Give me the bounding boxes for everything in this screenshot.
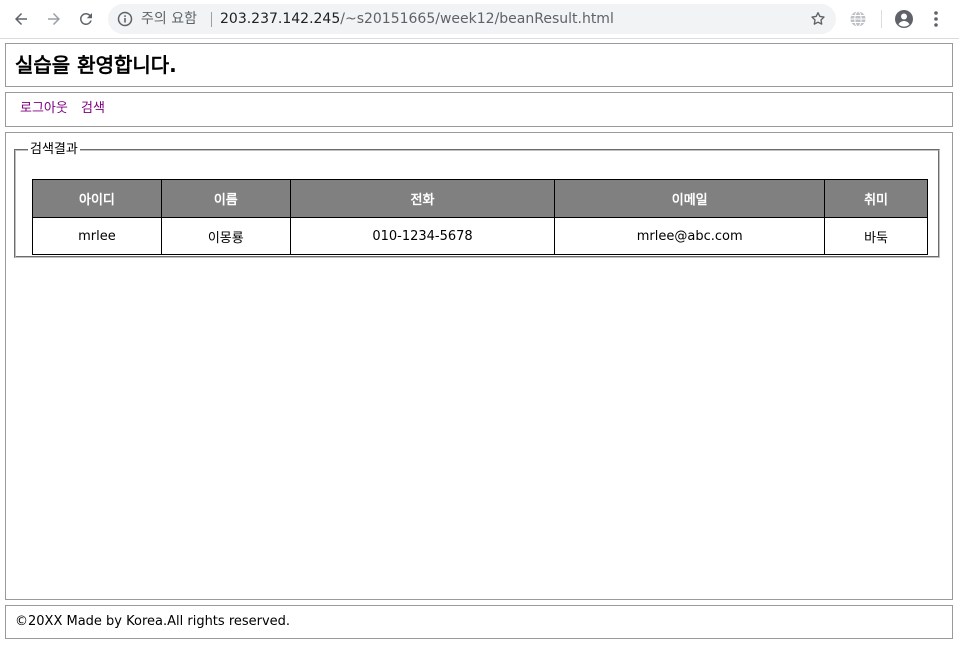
table-header-row: 아이디 이름 전화 이메일 취미 <box>32 179 928 218</box>
cell-name: 이몽룡 <box>160 217 291 255</box>
search-link[interactable]: 검색 <box>81 101 105 117</box>
page-footer: ©20XX Made by Korea.All rights reserved. <box>5 605 953 639</box>
column-header-id: 아이디 <box>32 179 162 218</box>
security-status-label[interactable]: 주의 요함 <box>141 10 197 28</box>
forward-button[interactable] <box>42 7 66 31</box>
search-result-legend: 검색결과 <box>30 142 78 157</box>
page-title: 실습을 환영합니다. <box>15 53 177 77</box>
omnibox-divider <box>211 12 212 27</box>
forward-arrow-icon <box>48 13 60 25</box>
url-text[interactable]: 203.237.142.245/~s20151665/week12/beanRe… <box>220 10 614 28</box>
search-result-fieldset: 검색결과 아이디 이름 전화 이메일 취미 mrlee 이몽룡 010-1234… <box>14 143 940 258</box>
reload-icon <box>79 12 92 25</box>
toolbar-divider <box>881 10 882 28</box>
cell-id: mrlee <box>32 217 162 255</box>
menu-kebab-icon[interactable] <box>925 8 947 30</box>
column-header-name: 이름 <box>160 179 291 218</box>
page-header: 실습을 환영합니다. <box>5 43 953 87</box>
nav-bar: 로그아웃 검색 <box>5 92 953 127</box>
cell-phone: 010-1234-5678 <box>289 217 556 255</box>
translate-globe-icon[interactable] <box>847 8 869 30</box>
cell-hobby: 바둑 <box>824 217 928 255</box>
account-avatar-icon[interactable] <box>893 8 915 30</box>
column-header-phone: 전화 <box>289 179 556 218</box>
copyright-text: ©20XX Made by Korea.All rights reserved. <box>15 614 291 629</box>
table-row: mrlee 이몽룡 010-1234-5678 mrlee@abc.com 바둑 <box>32 217 928 255</box>
url-path: /~s20151665/week12/beanResult.html <box>340 11 614 27</box>
result-table: 아이디 이름 전화 이메일 취미 mrlee 이몽룡 010-1234-5678… <box>32 179 928 255</box>
bookmark-star-icon[interactable] <box>808 9 828 29</box>
main-content: 검색결과 아이디 이름 전화 이메일 취미 mrlee 이몽룡 010-1234… <box>5 132 953 600</box>
cell-email: mrlee@abc.com <box>554 217 826 255</box>
info-icon[interactable] <box>116 10 134 28</box>
url-host: 203.237.142.245 <box>220 11 341 27</box>
address-bar[interactable]: 주의 요함 203.237.142.245/~s20151665/week12/… <box>108 4 836 34</box>
column-header-email: 이메일 <box>554 179 826 218</box>
browser-toolbar: 주의 요함 203.237.142.245/~s20151665/week12/… <box>0 0 959 39</box>
back-arrow-icon <box>15 13 27 25</box>
back-button[interactable] <box>9 7 33 31</box>
logout-link[interactable]: 로그아웃 <box>20 101 68 117</box>
reload-button[interactable] <box>74 7 98 31</box>
column-header-hobby: 취미 <box>824 179 928 218</box>
